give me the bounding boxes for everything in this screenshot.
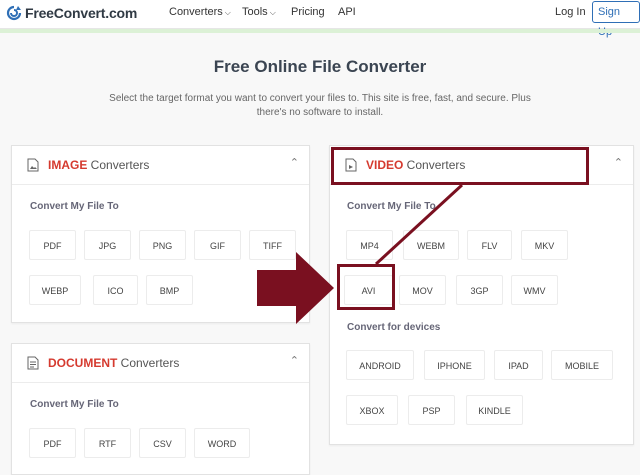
video-format-webm[interactable]: WEBM <box>403 230 459 260</box>
image-file-icon <box>27 158 39 172</box>
video-converters-card: VIDEO Converters ⌃ Convert My File To MP… <box>329 145 634 445</box>
top-navbar: FreeConvert.com Converters ⌵ Tools ⌵ Prici… <box>0 0 640 38</box>
video-section-label: Convert My File To <box>347 201 436 212</box>
devices-section-label: Convert for devices <box>347 322 441 333</box>
page-title: Free Online File Converter <box>213 57 427 76</box>
nav-converters-label: Converters <box>169 6 223 18</box>
video-card-title-highlight: VIDEO <box>366 158 404 172</box>
device-kindle[interactable]: KINDLE <box>466 395 523 425</box>
signup-button[interactable]: Sign Up <box>592 1 640 38</box>
chevron-down-icon: ⌵ <box>269 8 276 17</box>
video-format-mkv[interactable]: MKV <box>521 230 568 260</box>
freeconvert-logo-icon <box>6 5 22 21</box>
image-format-gif[interactable]: GIF <box>194 230 241 260</box>
chevron-up-icon[interactable]: ⌃ <box>290 156 299 169</box>
document-format-rtf[interactable]: RTF <box>84 428 131 458</box>
video-format-flv[interactable]: FLV <box>467 230 512 260</box>
image-card-title-highlight: IMAGE <box>48 158 88 172</box>
video-card-header[interactable]: VIDEO Converters ⌃ <box>330 146 633 185</box>
image-card-header[interactable]: IMAGE Converters ⌃ <box>12 146 309 185</box>
chevron-down-icon: ⌵ <box>224 8 231 17</box>
chevron-up-icon[interactable]: ⌃ <box>614 156 623 169</box>
video-format-avi[interactable]: AVI <box>344 275 393 305</box>
document-section-label: Convert My File To <box>30 399 119 410</box>
video-format-mp4[interactable]: MP4 <box>346 230 393 260</box>
image-section-label: Convert My File To <box>30 201 119 212</box>
notice-strip <box>0 29 640 33</box>
device-mobile[interactable]: MOBILE <box>551 350 613 380</box>
document-format-word[interactable]: WORD <box>194 428 250 458</box>
device-android[interactable]: ANDROID <box>346 350 414 380</box>
login-link[interactable]: Log In <box>555 6 586 18</box>
device-ipad[interactable]: IPAD <box>494 350 543 380</box>
image-format-png[interactable]: PNG <box>139 230 186 260</box>
document-card-header[interactable]: DOCUMENT Converters ⌃ <box>12 344 309 383</box>
image-format-ico[interactable]: ICO <box>93 275 138 305</box>
document-card-title-highlight: DOCUMENT <box>48 356 118 370</box>
nav-tools[interactable]: Tools ⌵ <box>242 6 276 18</box>
device-iphone[interactable]: IPHONE <box>424 350 485 380</box>
document-card-title-rest: Converters <box>117 356 180 370</box>
image-converters-card: IMAGE Converters ⌃ Convert My File To PD… <box>11 145 310 323</box>
image-format-pdf[interactable]: PDF <box>29 230 76 260</box>
image-format-webp[interactable]: WEBP <box>29 275 81 305</box>
image-format-tiff[interactable]: TIFF <box>249 230 296 260</box>
image-format-bmp[interactable]: BMP <box>146 275 193 305</box>
image-card-title-rest: Converters <box>87 158 150 172</box>
brand-name: FreeConvert.com <box>25 5 138 21</box>
image-format-jpg[interactable]: JPG <box>84 230 131 260</box>
nav-converters[interactable]: Converters ⌵ <box>169 6 231 18</box>
chevron-up-icon[interactable]: ⌃ <box>290 354 299 367</box>
video-file-icon <box>345 158 357 172</box>
video-format-mov[interactable]: MOV <box>399 275 446 305</box>
video-format-wmv[interactable]: WMV <box>511 275 558 305</box>
device-psp[interactable]: PSP <box>408 395 455 425</box>
video-card-title-rest: Converters <box>403 158 466 172</box>
page-subtitle: Select the target format you want to con… <box>109 93 531 118</box>
document-format-pdf[interactable]: PDF <box>29 428 76 458</box>
nav-api[interactable]: API <box>338 6 356 18</box>
nav-tools-label: Tools <box>242 6 268 18</box>
brand-logo[interactable]: FreeConvert.com <box>6 3 137 23</box>
document-converters-card: DOCUMENT Converters ⌃ Convert My File To… <box>11 343 310 475</box>
video-card-title: VIDEO Converters <box>366 158 465 172</box>
device-xbox[interactable]: XBOX <box>346 395 398 425</box>
video-format-3gp[interactable]: 3GP <box>456 275 503 305</box>
document-format-csv[interactable]: CSV <box>139 428 186 458</box>
document-file-icon <box>27 356 39 370</box>
image-card-title: IMAGE Converters <box>48 158 149 172</box>
document-card-title: DOCUMENT Converters <box>48 356 179 370</box>
nav-pricing[interactable]: Pricing <box>291 6 325 18</box>
